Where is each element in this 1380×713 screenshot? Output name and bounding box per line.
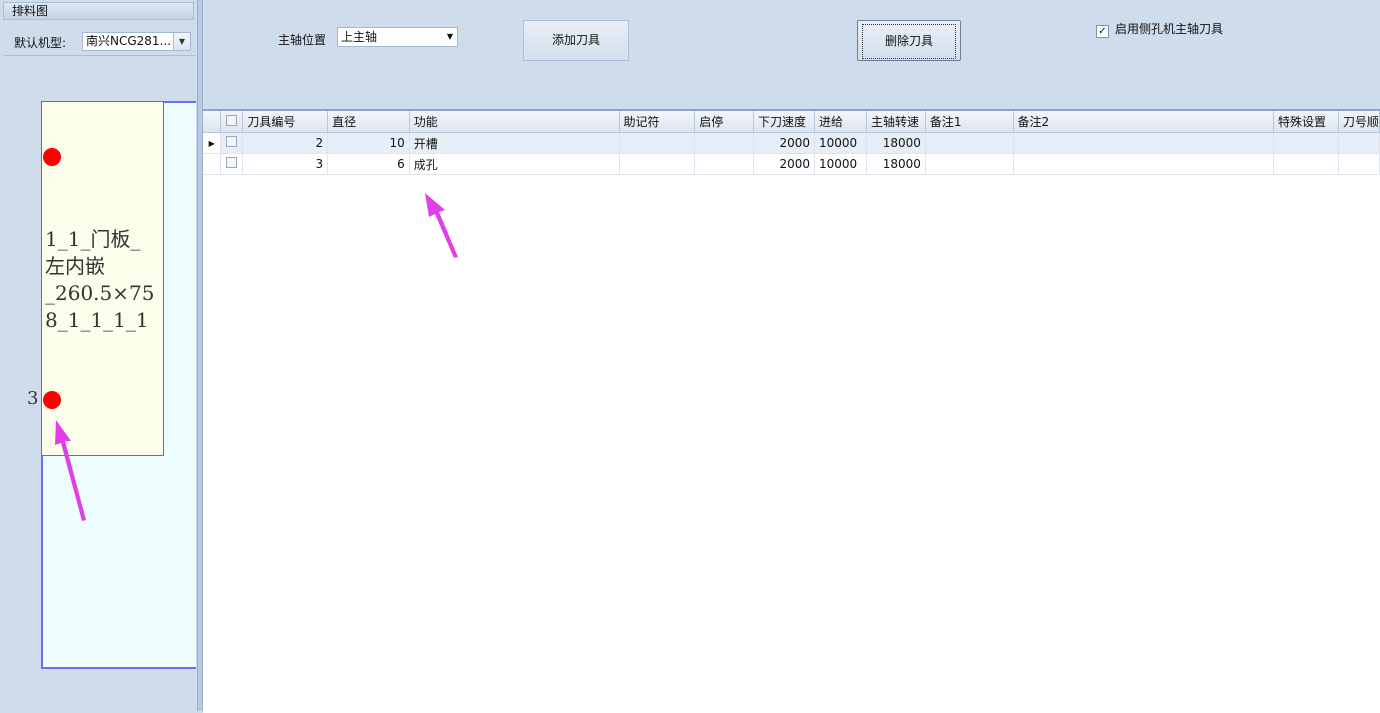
delete-tool-button[interactable]: 删除刀具 <box>857 20 961 61</box>
tool-grid: 刀具编号 直径 功能 助记符 启停 下刀速度 进给 主轴转速 备注1 备注2 特… <box>203 109 1380 713</box>
cell-start-stop[interactable] <box>694 132 755 154</box>
column-header[interactable]: 刀具编号 <box>242 111 329 133</box>
cell-plunge[interactable]: 2000 <box>753 132 815 154</box>
annotation-arrow <box>55 420 86 521</box>
column-header[interactable]: 特殊设置 <box>1273 111 1339 133</box>
chevron-down-icon[interactable]: ▼ <box>447 28 453 46</box>
cell-plunge[interactable]: 2000 <box>753 153 815 175</box>
column-header[interactable]: 备注1 <box>925 111 1014 133</box>
row-header <box>203 153 222 175</box>
column-header[interactable]: 刀号顺 <box>1338 111 1380 133</box>
select-all-checkbox[interactable] <box>220 111 244 133</box>
cell-start-stop[interactable] <box>694 153 755 175</box>
cell-diameter[interactable]: 10 <box>327 132 410 154</box>
column-header[interactable]: 备注2 <box>1013 111 1274 133</box>
checkmark-icon[interactable]: ✓ <box>1096 25 1109 38</box>
cell-mnemonic[interactable] <box>619 132 696 154</box>
spindle-label: 主轴位置 <box>278 33 327 47</box>
cell-mnemonic[interactable] <box>619 153 696 175</box>
hole-number: 3 <box>27 388 39 409</box>
row-checkbox[interactable] <box>220 132 244 154</box>
machine-select-value: 南兴NCG281... <box>86 34 172 48</box>
column-header[interactable]: 启停 <box>694 111 755 133</box>
cell-feed[interactable]: 10000 <box>814 132 867 154</box>
chevron-down-icon[interactable]: ▼ <box>173 33 190 50</box>
cell-function[interactable]: 开槽 <box>409 132 620 154</box>
row-checkbox[interactable] <box>220 153 244 175</box>
tool-toolbar: 主轴位置 上主轴 ▼ 添加刀具 删除刀具 ✓ 启用侧孔机主轴刀具 <box>203 0 1380 108</box>
machine-row: 默认机型: 南兴NCG281... ▼ <box>14 32 194 52</box>
hole-marker[interactable] <box>43 148 61 166</box>
cell-note1[interactable] <box>925 132 1014 154</box>
column-header[interactable]: 功能 <box>409 111 620 133</box>
cell-feed[interactable]: 10000 <box>814 153 867 175</box>
delete-tool-label: 删除刀具 <box>861 24 956 59</box>
layout-panel-title: 排料图 <box>3 2 194 20</box>
cell-function[interactable]: 成孔 <box>409 153 620 175</box>
machine-label: 默认机型: <box>14 36 67 50</box>
column-header[interactable]: 直径 <box>327 111 410 133</box>
table-row[interactable]: ▶ 2 10 开槽 2000 10000 18000 <box>203 132 1380 154</box>
table-row[interactable]: 3 6 成孔 2000 10000 18000 <box>203 153 1380 175</box>
spindle-select[interactable]: 上主轴 ▼ <box>337 27 458 47</box>
cell-note2[interactable] <box>1013 132 1274 154</box>
current-row-indicator-icon: ▶ <box>203 132 222 154</box>
cell-special[interactable] <box>1273 132 1339 154</box>
column-header[interactable]: 进给 <box>814 111 867 133</box>
column-header[interactable]: 主轴转速 <box>866 111 926 133</box>
part-label: 1_1_门板_ 左内嵌 _260.5×75 8_1_1_1_1 <box>45 227 155 332</box>
cell-diameter[interactable]: 6 <box>327 153 410 175</box>
add-tool-button[interactable]: 添加刀具 <box>523 20 629 61</box>
machine-select[interactable]: 南兴NCG281... ▼ <box>82 32 191 51</box>
cell-note2[interactable] <box>1013 153 1274 175</box>
side-spindle-label: 启用侧孔机主轴刀具 <box>1115 22 1224 36</box>
cell-spindle-speed[interactable]: 18000 <box>866 132 926 154</box>
cell-note1[interactable] <box>925 153 1014 175</box>
column-header[interactable]: 下刀速度 <box>753 111 815 133</box>
column-header[interactable]: 助记符 <box>619 111 696 133</box>
hole-marker[interactable] <box>43 391 61 409</box>
annotation-arrow <box>425 193 458 258</box>
table-header-row: 刀具编号 直径 功能 助记符 启停 下刀速度 进给 主轴转速 备注1 备注2 特… <box>203 111 1380 133</box>
cell-special[interactable] <box>1273 153 1339 175</box>
cell-spindle-speed[interactable]: 18000 <box>866 153 926 175</box>
cell-tool-order[interactable] <box>1338 132 1380 154</box>
cell-tool-no[interactable]: 2 <box>242 132 329 154</box>
cell-tool-no[interactable]: 3 <box>242 153 329 175</box>
row-header-corner <box>203 111 222 133</box>
tool-table: 刀具编号 直径 功能 助记符 启停 下刀速度 进给 主轴转速 备注1 备注2 特… <box>203 111 1380 175</box>
spindle-select-value: 上主轴 <box>341 30 378 44</box>
cell-tool-order[interactable] <box>1338 153 1380 175</box>
side-spindle-checkbox[interactable]: ✓ 启用侧孔机主轴刀具 <box>1096 20 1223 38</box>
